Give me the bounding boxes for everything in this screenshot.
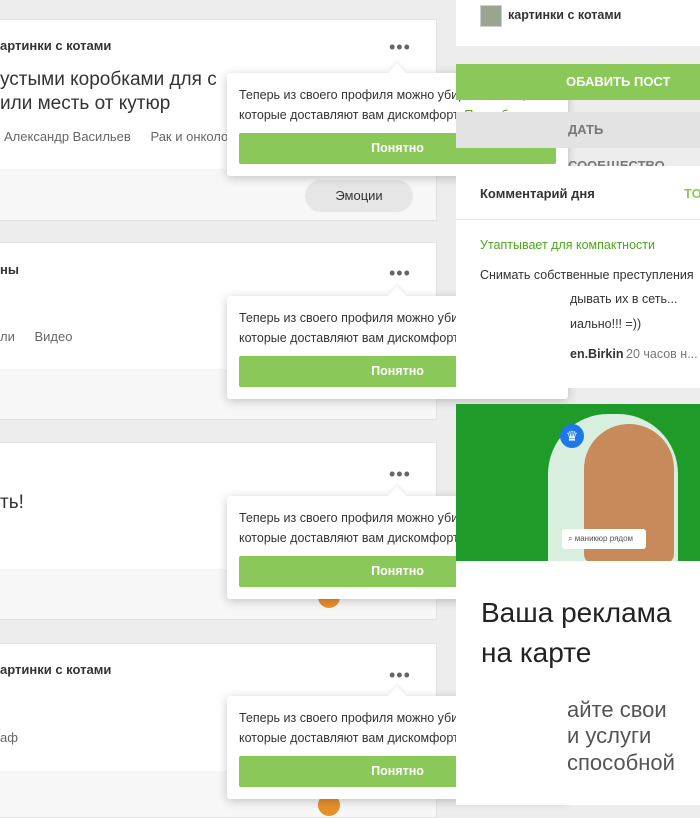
create-community-button[interactable]: ДАТЬ СООБЩЕСТВО — [456, 112, 700, 173]
reactions-button[interactable]: Эмоции — [305, 180, 413, 212]
ad-search-text: маникюр рядом — [574, 534, 634, 543]
ad-body: и услуги — [567, 723, 652, 748]
more-options-icon[interactable]: ••• — [389, 666, 411, 684]
search-icon: ⌕ — [568, 534, 573, 543]
tag-link[interactable]: ли — [0, 329, 15, 344]
tag-link[interactable]: Видео — [34, 329, 72, 344]
search-bubble: ⌕ маникюр рядом — [562, 529, 646, 549]
add-post-label: ОБАВИТЬ ПОСТ — [566, 74, 671, 89]
ad-banner[interactable]: ♛ ⌕ маникюр рядом Ваша реклама на карте … — [456, 404, 700, 805]
post-tags: Александр Васильев Рак и онколо — [4, 129, 244, 144]
post-tags: ли Видео — [0, 329, 88, 344]
comment-user[interactable]: en.Birkin — [570, 347, 624, 361]
ad-body: айте свои — [567, 697, 667, 722]
add-post-button[interactable]: ОБАВИТЬ ПОСТ — [456, 64, 700, 100]
crown-pin-icon: ♛ — [560, 424, 584, 448]
ad-body: способной — [567, 750, 675, 775]
tag-link[interactable]: аф — [0, 730, 18, 745]
group-avatar[interactable] — [480, 5, 502, 27]
post-author[interactable]: артинки с котами — [0, 662, 111, 677]
tag-link[interactable]: Александр Васильев — [4, 129, 131, 144]
comment-text[interactable]: иально!!! =)) — [570, 317, 641, 331]
divider — [456, 219, 700, 220]
sidebar-group-name[interactable]: картинки с котами — [508, 8, 621, 22]
comment-time: 20 часов н... — [626, 347, 698, 361]
more-options-icon[interactable]: ••• — [389, 264, 411, 282]
post-tags: аф — [0, 730, 34, 745]
comment-of-day-widget: Комментарий дня ТО Утаптывает для компак… — [456, 166, 700, 388]
tag-link[interactable]: Рак и онколо — [150, 129, 228, 144]
sidebar-group-card: картинки с котами — [456, 0, 700, 46]
more-options-icon[interactable]: ••• — [389, 465, 411, 483]
comment-text[interactable]: дывать их в сеть... — [570, 292, 677, 306]
more-options-icon[interactable]: ••• — [389, 38, 411, 56]
tab-top[interactable]: ТО — [684, 186, 700, 201]
post-author[interactable]: ны — [0, 262, 19, 277]
ad-headline: на карте — [481, 637, 592, 668]
post-author[interactable]: артинки с котами — [0, 38, 111, 53]
ad-image: ♛ ⌕ маникюр рядом — [456, 404, 700, 561]
post-text[interactable]: ть! — [0, 491, 24, 515]
ad-headline: Ваша реклама — [481, 597, 672, 628]
widget-heading: Комментарий дня — [480, 186, 595, 201]
post-title[interactable]: или месть от кутюр — [0, 92, 170, 116]
comment-post-link[interactable]: Утаптывает для компактности — [480, 238, 655, 252]
comment-text[interactable]: Снимать собственные преступления — [480, 268, 694, 282]
post-title[interactable]: устыми коробками для с — [0, 68, 217, 92]
